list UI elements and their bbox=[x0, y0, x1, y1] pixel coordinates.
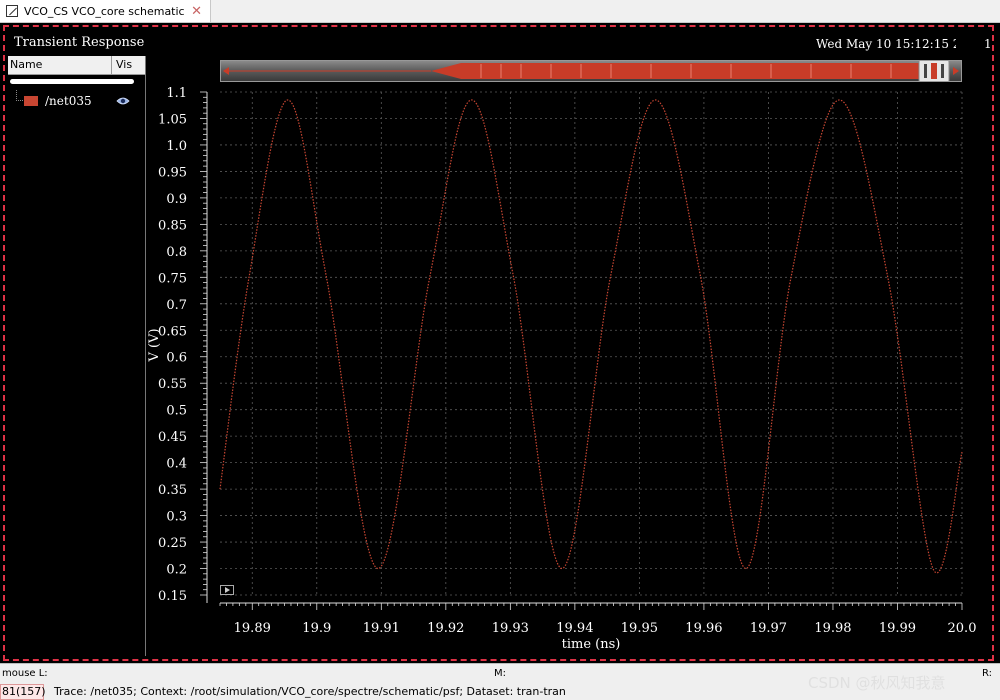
x-tick-label-7: 19.96 bbox=[685, 621, 722, 636]
y-tick-label-10: 0.6 bbox=[166, 351, 187, 366]
trace-info: Trace: /net035; Context: /root/simulatio… bbox=[54, 685, 566, 698]
mouse-middle-status: M: bbox=[494, 668, 506, 679]
play-icon[interactable] bbox=[220, 585, 234, 595]
y-axis-label: V (V) bbox=[147, 328, 162, 362]
y-tick-label-13: 0.45 bbox=[158, 430, 187, 445]
y-tick-label-5: 0.85 bbox=[158, 218, 187, 233]
mouse-right-status: R: bbox=[982, 668, 993, 679]
trace-line-0 bbox=[219, 99, 963, 574]
x-tick-label-2: 19.91 bbox=[363, 621, 400, 636]
x-tick-label-10: 19.99 bbox=[879, 621, 916, 636]
x-tick-label-8: 19.97 bbox=[750, 621, 787, 636]
x-tick-label-3: 19.92 bbox=[427, 621, 464, 636]
y-tick-label-12: 0.5 bbox=[166, 404, 187, 419]
y-tick-label-7: 0.75 bbox=[158, 271, 187, 286]
x-tick-label-0: 19.89 bbox=[234, 621, 271, 636]
x-tick-label-9: 19.98 bbox=[814, 621, 851, 636]
y-tick-label-6: 0.8 bbox=[166, 245, 187, 260]
waveform-plot[interactable]: 1.1 1.05 1.0 0.95 0.9 0.85 0.8 0.75 0.7 0.65 0.6 0.… bbox=[0, 0, 1000, 660]
y-tick-label-17: 0.25 bbox=[158, 536, 187, 551]
y-tick-label-1: 1.05 bbox=[158, 112, 187, 127]
y-tick-label-3: 0.95 bbox=[158, 165, 187, 180]
x-tick-label-4: 19.93 bbox=[492, 621, 529, 636]
y-tick-label-9: 0.65 bbox=[158, 324, 187, 339]
y-tick-label-11: 0.55 bbox=[158, 377, 187, 392]
y-tick-label-19: 0.15 bbox=[158, 589, 187, 604]
y-tick-label-15: 0.35 bbox=[158, 483, 187, 498]
command-count: 81(157) bbox=[0, 684, 46, 700]
y-tick-label-18: 0.2 bbox=[166, 563, 187, 578]
y-tick-label-8: 0.7 bbox=[166, 298, 187, 313]
y-tick-label-4: 0.9 bbox=[166, 192, 187, 207]
x-tick-label-1: 19.9 bbox=[302, 621, 331, 636]
y-tick-label-16: 0.3 bbox=[166, 510, 187, 525]
y-tick-label-14: 0.4 bbox=[166, 457, 187, 472]
mouse-left-status: mouse L: bbox=[2, 668, 48, 679]
x-tick-label-11: 20.0 bbox=[948, 621, 977, 636]
x-axis-label: time (ns) bbox=[562, 637, 621, 652]
y-tick-label-0: 1.1 bbox=[166, 86, 187, 101]
x-tick-label-6: 19.95 bbox=[621, 621, 658, 636]
y-tick-label-2: 1.0 bbox=[166, 139, 187, 154]
watermark: CSDN @秋风知我意 bbox=[808, 674, 946, 692]
x-tick-label-5: 19.94 bbox=[556, 621, 593, 636]
